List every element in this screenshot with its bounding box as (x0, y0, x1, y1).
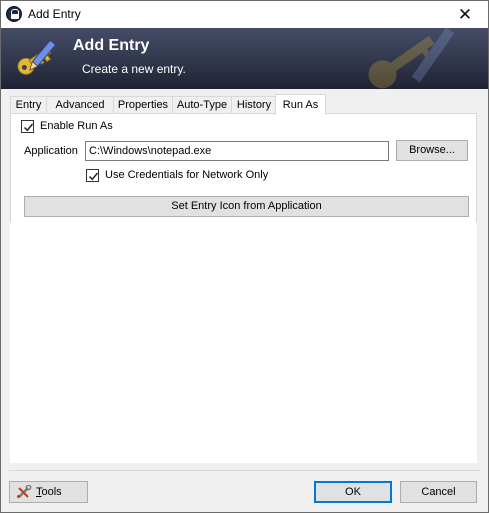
window-title: Add Entry (28, 7, 81, 21)
tab-entry[interactable]: Entry (10, 96, 47, 113)
footer-separator (9, 470, 480, 471)
network-credentials-checkbox[interactable] (86, 169, 99, 182)
tab-advanced[interactable]: Advanced (46, 96, 114, 113)
banner-subtitle: Create a new entry. (82, 62, 186, 76)
set-icon-from-application-button[interactable]: Set Entry Icon from Application (24, 196, 469, 217)
enable-run-as-checkbox[interactable] (21, 120, 34, 133)
wrench-icon (17, 485, 32, 498)
lock-icon (6, 6, 22, 22)
panel-background (10, 223, 477, 463)
tab-auto-type[interactable]: Auto-Type (172, 96, 232, 113)
enable-run-as-label[interactable]: Enable Run As (40, 120, 113, 132)
application-path-field[interactable]: C:\Windows\notepad.exe (85, 141, 389, 161)
banner: Add Entry Create a new entry. (1, 28, 488, 89)
tab-properties[interactable]: Properties (113, 96, 173, 113)
banner-title: Add Entry (73, 37, 150, 54)
title-bar: Add Entry ✕ (1, 1, 488, 28)
tab-history[interactable]: History (231, 96, 277, 113)
cancel-button[interactable]: Cancel (400, 481, 477, 503)
check-icon (88, 172, 99, 181)
browse-button[interactable]: Browse... (396, 140, 468, 161)
key-pencil-watermark-icon (368, 28, 455, 89)
tools-label-rest: ools (41, 486, 62, 498)
check-icon (23, 123, 34, 132)
close-button[interactable]: ✕ (442, 1, 488, 28)
application-label: Application (24, 145, 78, 157)
add-entry-dialog: Add Entry ✕ Add Entry Create a new entry… (0, 0, 489, 513)
key-pencil-icon (17, 39, 57, 75)
ok-button[interactable]: OK (314, 481, 392, 503)
tab-run-as[interactable]: Run As (275, 94, 326, 115)
tools-button[interactable]: Tools (9, 481, 88, 503)
network-credentials-label[interactable]: Use Credentials for Network Only (105, 169, 268, 181)
